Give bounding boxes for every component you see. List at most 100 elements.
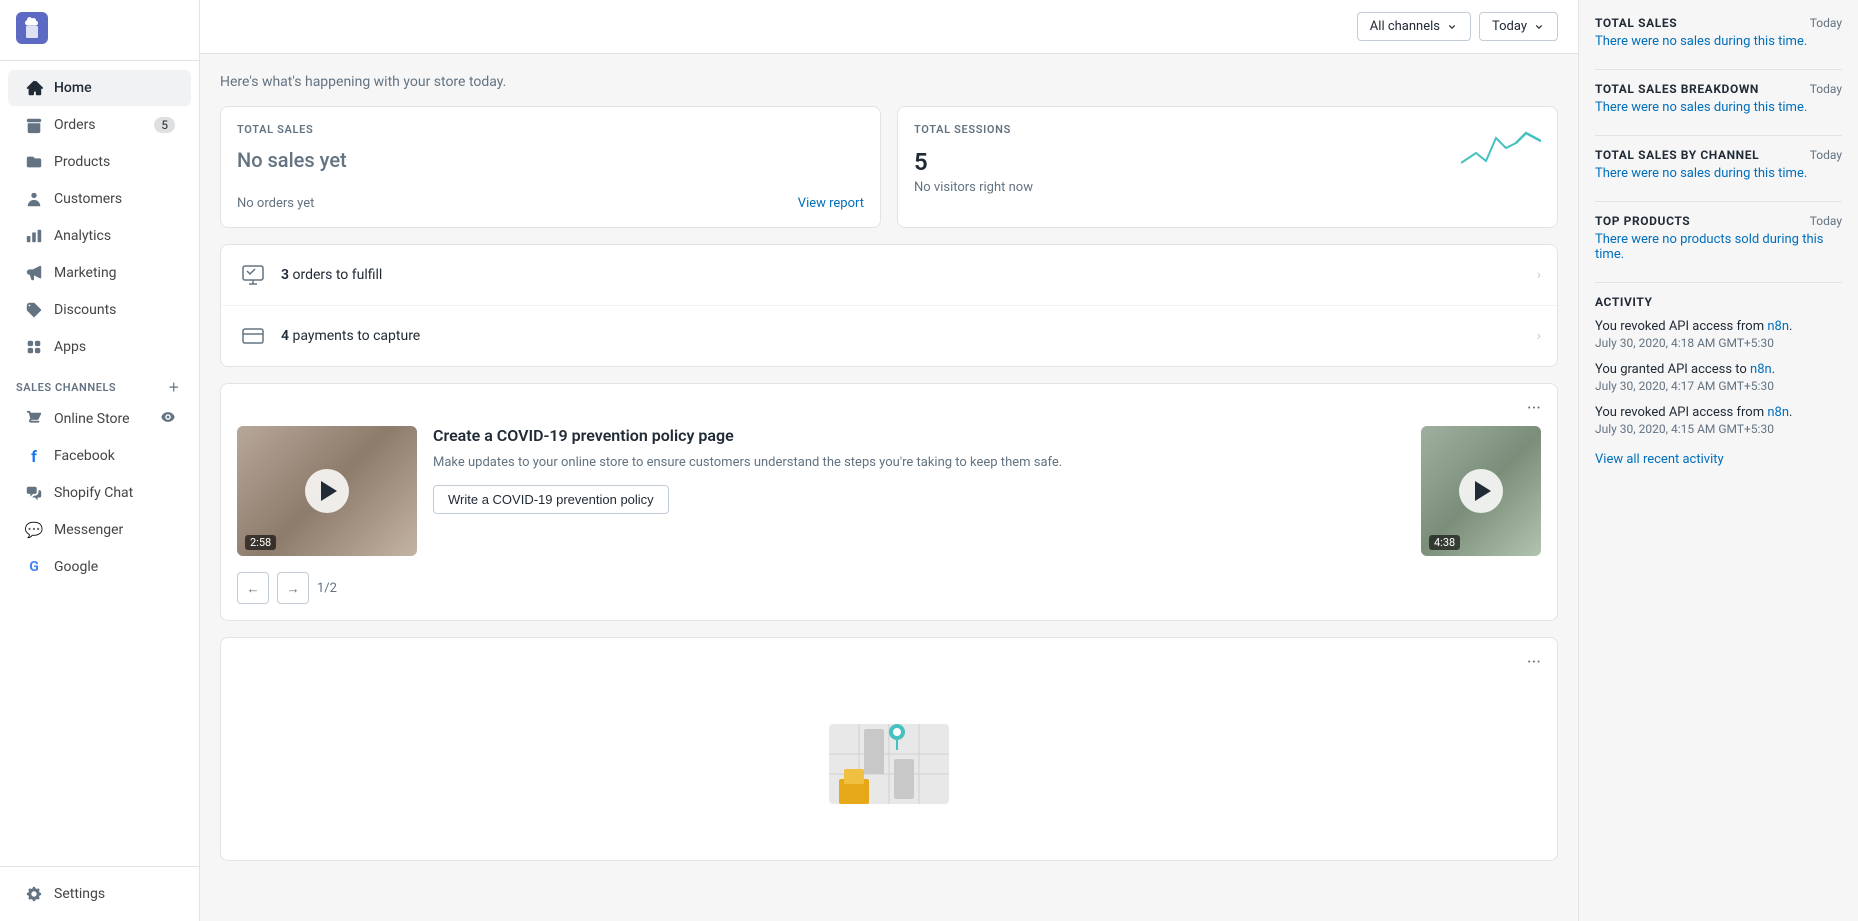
chevron-down-icon-today xyxy=(1533,21,1545,33)
sidebar-item-marketing[interactable]: Marketing xyxy=(8,255,191,291)
video-thumb-right[interactable]: 4:38 xyxy=(1421,426,1541,556)
orders-icon xyxy=(24,115,44,135)
activity-text-2: You granted API access to n8n. xyxy=(1595,362,1842,377)
view-all-activity-link[interactable]: View all recent activity xyxy=(1595,452,1724,467)
sidebar-item-home-label: Home xyxy=(54,80,175,96)
facebook-icon: f xyxy=(24,446,44,466)
total-sessions-label: TOTAL SESSIONS xyxy=(914,123,1541,136)
marketing-icon xyxy=(24,263,44,283)
activity-item-2: You granted API access to n8n. July 30, … xyxy=(1595,362,1842,393)
chevron-down-icon xyxy=(1446,21,1458,33)
pagination-next-button[interactable]: → xyxy=(277,572,309,604)
bottom-more-button[interactable]: ··· xyxy=(1527,654,1541,672)
activity-link-2[interactable]: n8n xyxy=(1750,362,1772,377)
analytics-icon xyxy=(24,226,44,246)
sidebar-item-shopify-chat[interactable]: Shopify Chat xyxy=(8,475,191,511)
today-label: Today xyxy=(1492,19,1527,34)
activity-link-1[interactable]: n8n xyxy=(1767,319,1789,334)
sidebar-item-customers-label: Customers xyxy=(54,191,175,207)
settings-icon xyxy=(24,884,44,904)
sidebar-item-marketing-label: Marketing xyxy=(54,265,175,281)
video-duration-left: 2:58 xyxy=(245,535,276,550)
google-icon: G xyxy=(24,557,44,577)
pagination-indicator: 1/2 xyxy=(317,581,337,596)
media-info: Create a COVID-19 prevention policy page… xyxy=(433,426,1405,514)
all-channels-label: All channels xyxy=(1370,19,1440,34)
payments-capture-count: 4 xyxy=(281,328,289,344)
orders-fulfill-item[interactable]: 3 orders to fulfill › xyxy=(221,245,1557,306)
eye-icon[interactable] xyxy=(161,410,175,428)
sidebar-item-customers[interactable]: Customers xyxy=(8,181,191,217)
sidebar: Home Orders 5 Products Customers xyxy=(0,0,200,921)
more-options-button[interactable]: ··· xyxy=(1527,400,1541,418)
right-total-sales-by-channel: TOTAL SALES BY CHANNEL Today There were … xyxy=(1595,148,1842,181)
sidebar-item-discounts-label: Discounts xyxy=(54,302,175,318)
sales-channels-header: SALES CHANNELS ＋ xyxy=(0,366,199,400)
activity-text-3: You revoked API access from n8n. xyxy=(1595,405,1842,420)
activity-item-1: You revoked API access from n8n. July 30… xyxy=(1595,319,1842,350)
sidebar-item-apps[interactable]: Apps xyxy=(8,329,191,365)
view-report-link[interactable]: View report xyxy=(798,196,864,211)
add-sales-channel-button[interactable]: ＋ xyxy=(165,378,183,396)
video-thumb-left[interactable]: 2:58 xyxy=(237,426,417,556)
stats-cards: TOTAL SALES No sales yet No orders yet V… xyxy=(220,106,1558,228)
sidebar-item-facebook[interactable]: f Facebook xyxy=(8,438,191,474)
orders-badge: 5 xyxy=(154,117,175,133)
sidebar-item-shopify-chat-label: Shopify Chat xyxy=(54,485,175,501)
total-sales-card: TOTAL SALES No sales yet No orders yet V… xyxy=(220,106,881,228)
media-content: 2:58 Create a COVID-19 prevention policy… xyxy=(237,426,1541,556)
pagination-prev-button[interactable]: ← xyxy=(237,572,269,604)
sidebar-item-products[interactable]: Products xyxy=(8,144,191,180)
sidebar-item-analytics[interactable]: Analytics xyxy=(8,218,191,254)
total-sales-footer: No orders yet View report xyxy=(237,196,864,211)
sales-channels-label: SALES CHANNELS xyxy=(16,381,116,394)
activity-text-1: You revoked API access from n8n. xyxy=(1595,319,1842,334)
main-header: All channels Today xyxy=(200,0,1578,54)
right-total-sales-by-channel-title: TOTAL SALES BY CHANNEL xyxy=(1595,148,1759,162)
sidebar-item-home[interactable]: Home xyxy=(8,70,191,106)
bottom-card: ··· xyxy=(220,637,1558,861)
right-panel: TOTAL SALES Today There were no sales du… xyxy=(1578,0,1858,921)
no-visitors-text: No visitors right now xyxy=(914,180,1541,195)
media-desc: Make updates to your online store to ens… xyxy=(433,453,1405,473)
fulfill-icon xyxy=(237,259,269,291)
action-items: 3 orders to fulfill › 4 payments to capt… xyxy=(220,244,1558,367)
orders-fulfill-count: 3 xyxy=(281,267,289,283)
sidebar-item-messenger[interactable]: 💬 Messenger xyxy=(8,512,191,548)
sidebar-item-settings-label: Settings xyxy=(54,886,175,902)
customers-icon xyxy=(24,189,44,209)
activity-title: ACTIVITY xyxy=(1595,295,1842,309)
page-greeting: Here's what's happening with your store … xyxy=(220,74,1558,90)
right-top-products: TOP PRODUCTS Today There were no product… xyxy=(1595,214,1842,262)
right-total-sales-by-channel-text: There were no sales during this time. xyxy=(1595,166,1842,181)
sidebar-item-discounts[interactable]: Discounts xyxy=(8,292,191,328)
right-total-sales-breakdown-title: TOTAL SALES BREAKDOWN xyxy=(1595,82,1759,96)
media-action-button[interactable]: Write a COVID-19 prevention policy xyxy=(433,485,669,514)
total-sessions-card: TOTAL SESSIONS 5 No visitors right now xyxy=(897,106,1558,228)
products-icon xyxy=(24,152,44,172)
right-total-sales-breakdown-meta: Today xyxy=(1810,82,1842,96)
sidebar-item-google[interactable]: G Google xyxy=(8,549,191,585)
sidebar-item-facebook-label: Facebook xyxy=(54,448,175,464)
right-total-sales-header: TOTAL SALES Today xyxy=(1595,16,1842,30)
sidebar-item-settings[interactable]: Settings xyxy=(8,876,191,912)
sessions-chart xyxy=(1461,123,1541,177)
right-total-sales-breakdown-text: There were no sales during this time. xyxy=(1595,100,1842,115)
media-card: ··· 2:58 Create a COVID-19 prevention po… xyxy=(220,383,1558,621)
sidebar-item-online-store[interactable]: Online Store xyxy=(8,401,191,437)
activity-link-3[interactable]: n8n xyxy=(1767,405,1789,420)
payments-capture-text: 4 payments to capture xyxy=(281,328,1537,344)
right-total-sales-breakdown: TOTAL SALES BREAKDOWN Today There were n… xyxy=(1595,82,1842,115)
sidebar-item-orders[interactable]: Orders 5 xyxy=(8,107,191,143)
play-button-left[interactable] xyxy=(305,469,349,513)
right-total-sales-by-channel-header: TOTAL SALES BY CHANNEL Today xyxy=(1595,148,1842,162)
home-icon xyxy=(24,78,44,98)
today-button[interactable]: Today xyxy=(1479,12,1558,41)
divider-2 xyxy=(1595,135,1842,136)
total-sessions-value: 5 xyxy=(914,148,1541,176)
play-button-right[interactable] xyxy=(1459,469,1503,513)
media-pagination: ← → 1/2 xyxy=(237,572,1541,604)
sidebar-item-messenger-label: Messenger xyxy=(54,522,175,538)
payments-capture-item[interactable]: 4 payments to capture › xyxy=(221,306,1557,366)
all-channels-button[interactable]: All channels xyxy=(1357,12,1471,41)
